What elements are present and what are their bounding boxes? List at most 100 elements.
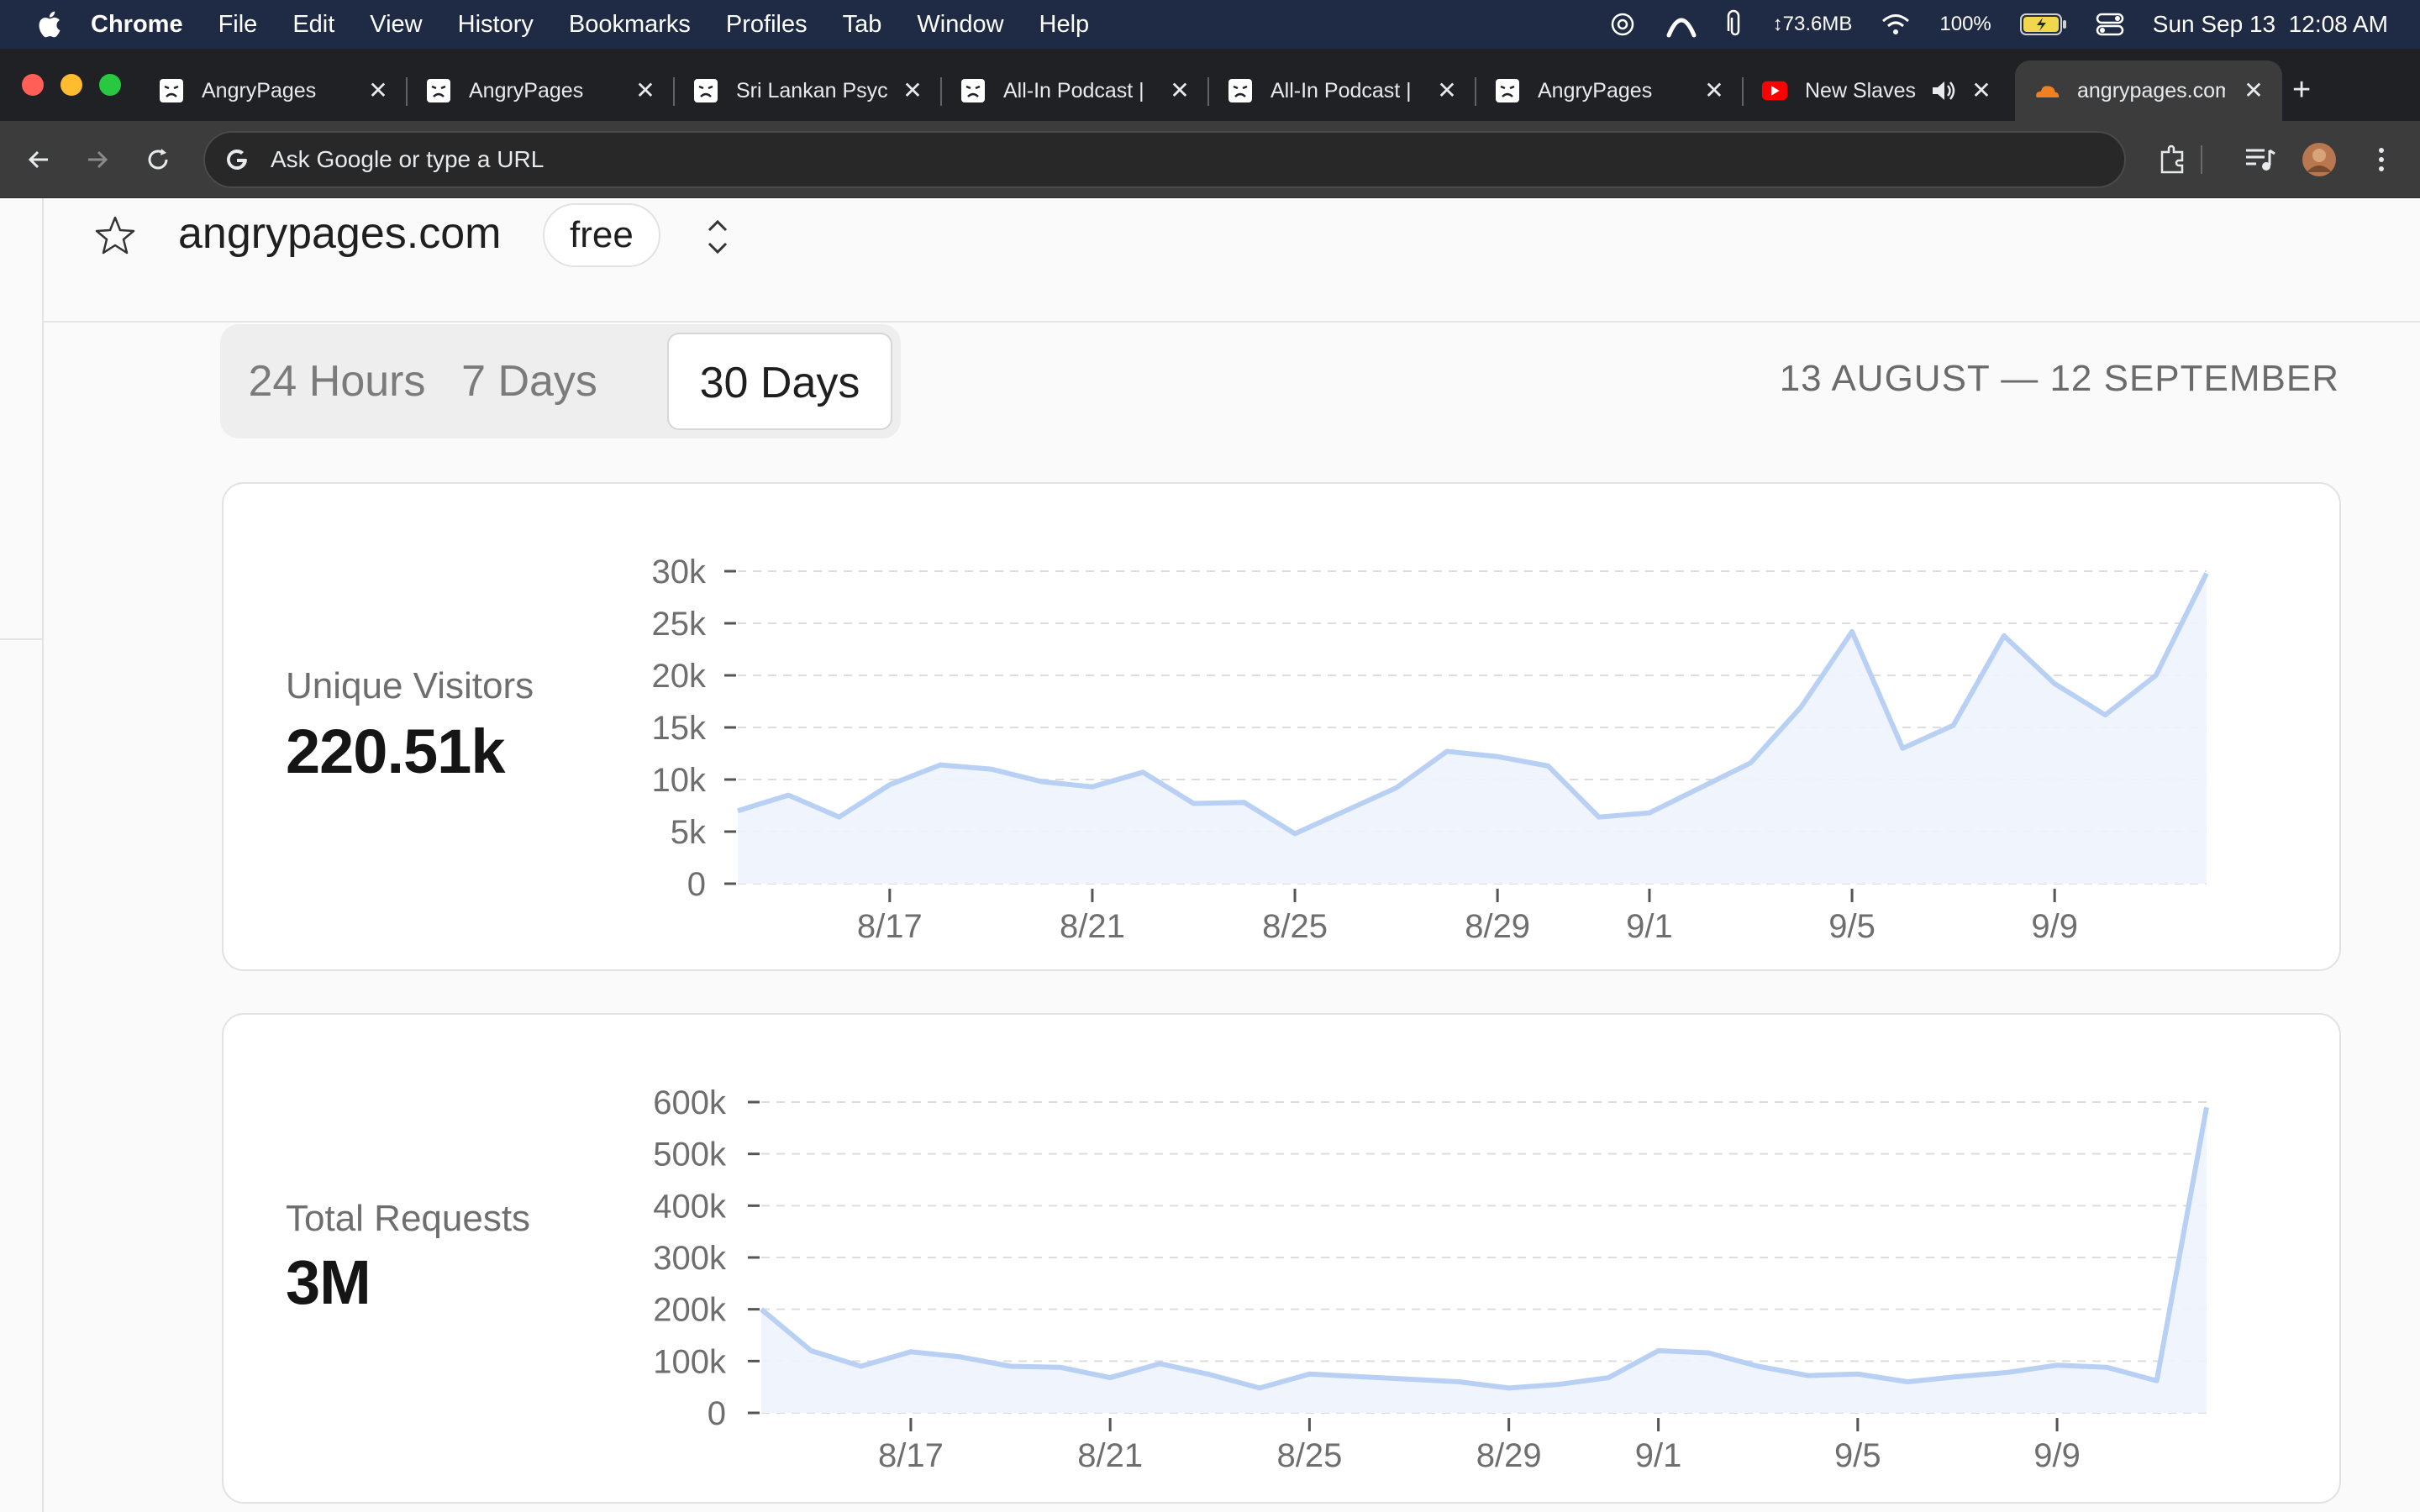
rail-divider [0,638,44,640]
y-tick-label: 20k [652,658,707,695]
menu-bookmarks[interactable]: Bookmarks [569,11,691,39]
x-tick-label: 9/1 [1635,1437,1682,1474]
browser-tab[interactable]: AngryPages ✕ [139,60,408,121]
close-tab-icon[interactable]: ✕ [1166,77,1193,104]
x-tick-label: 8/21 [1060,908,1125,945]
chrome-menu-icon[interactable] [2363,141,2400,178]
y-tick-label: 100k [653,1343,727,1380]
battery-icon[interactable] [2019,13,2067,35]
y-tick-label: 10k [652,762,707,799]
total-requests-card: Total Requests 3M 0 100k 200k 300k 400k 500k 6… [222,1013,2341,1504]
address-bar-placeholder[interactable]: Ask Google or type a URL [271,146,544,173]
close-tab-icon[interactable]: ✕ [899,77,926,104]
angrypages-favicon-icon [1494,77,1521,104]
unique-visitors-chart: 0 5k 10k 15k 20k 25k 30k 8/17 8/21 8/25 8/29 9/1 9/5… [652,554,2209,945]
google-g-icon [222,144,252,175]
x-tick-label: 9/5 [1828,908,1876,945]
profile-avatar[interactable] [2301,141,2338,178]
address-bar[interactable]: Ask Google or type a URL [203,131,2126,188]
menu-profiles[interactable]: Profiles [726,11,808,39]
menu-help[interactable]: Help [1039,11,1090,39]
back-button[interactable] [20,141,57,178]
range-7-days-button[interactable]: 7 Days [445,333,613,430]
openai-icon[interactable] [1608,10,1637,39]
y-tick-label: 600k [653,1084,727,1121]
paperclip-icon[interactable] [1726,9,1744,39]
close-tab-icon[interactable]: ✕ [1434,77,1460,104]
angrypages-favicon-icon [692,77,719,104]
site-header: angrypages.com free [44,198,2420,323]
x-tick-label: 8/29 [1476,1437,1542,1474]
y-tick-label: 0 [687,866,706,903]
date-range-label: 13 AUGUST — 12 SEPTEMBER [1779,358,2339,399]
extensions-icon[interactable] [2154,141,2191,178]
apple-logo-icon[interactable] [32,10,66,39]
x-tick-label: 8/17 [878,1437,944,1474]
control-center-icon[interactable] [2096,12,2124,37]
browser-tab[interactable]: AngryPages ✕ [407,60,675,121]
close-tab-icon[interactable]: ✕ [2240,77,2267,104]
media-controls-icon[interactable] [2242,141,2279,178]
x-tick-label: 9/1 [1626,908,1673,945]
angrypages-favicon-icon [425,77,452,104]
menu-view[interactable]: View [370,11,422,39]
close-tab-icon[interactable]: ✕ [365,77,392,104]
clock[interactable]: Sun Sep 13 12:08 AM [2153,11,2388,38]
y-tick-label: 25k [652,606,707,643]
x-tick-label: 8/17 [857,908,923,945]
tab-title: Sri Lankan Psyc [736,78,887,102]
reload-button[interactable] [139,141,176,178]
tab-title: All-In Podcast | [1270,78,1412,102]
browser-tab-active[interactable]: angrypages.com ✕ [2015,60,2282,121]
close-tab-icon[interactable]: ✕ [1701,77,1728,104]
close-tab-icon[interactable]: ✕ [1968,77,1995,104]
close-tab-icon[interactable]: ✕ [632,77,659,104]
youtube-favicon-icon [1761,77,1788,104]
wifi-icon[interactable] [1881,13,1911,36]
forward-button[interactable] [79,141,116,178]
x-tick-label: 8/29 [1465,908,1530,945]
unique-visitors-card: Unique Visitors 220.51k 0 5k 10k 15k 20k 25k 3… [222,482,2341,971]
minimize-window-button[interactable] [60,74,82,96]
y-tick-label: 5k [671,814,707,851]
close-window-button[interactable] [22,74,44,96]
y-tick-label: 200k [653,1292,727,1329]
time-range-selector: 24 Hours 7 Days 30 Days [220,324,901,438]
series-area [738,573,2207,884]
series-line [760,1106,2209,1391]
macos-menu-bar: Chrome File Edit View History Bookmarks … [0,0,2420,49]
star-icon[interactable] [92,213,138,259]
tab-strip: AngryPages ✕ AngryPages ✕ Sri Lankan Psy… [0,49,2420,121]
memory-readout[interactable]: ↕73.6MB [1773,13,1853,36]
browser-tab[interactable]: All-In Podcast | ✕ [1208,60,1476,121]
menu-tab[interactable]: Tab [843,11,882,39]
tab-title: AngryPages [202,78,317,102]
menu-file[interactable]: File [218,11,258,39]
y-tick-label: 500k [653,1137,727,1173]
menu-history[interactable]: History [458,11,534,39]
y-tick-label: 15k [652,710,707,747]
browser-tab[interactable]: AngryPages ✕ [1476,60,1744,121]
range-30-days-button[interactable]: 30 Days [667,333,892,430]
y-tick-label: 0 [708,1395,726,1432]
speaker-icon[interactable] [1928,76,1958,106]
page-content: angrypages.com free 24 Hours 7 Days 30 D… [0,198,2420,1512]
total-requests-chart: 0 100k 200k 300k 400k 500k 600k 8/17 8/21 8/25 8/2… [653,1084,2209,1474]
battery-percent[interactable]: 100% [1939,13,1991,36]
browser-tab[interactable]: Sri Lankan Psyc ✕ [674,60,942,121]
site-switcher-chevrons-icon[interactable] [701,213,734,260]
arc-icon[interactable] [1665,10,1697,39]
browser-tab[interactable]: All-In Podcast | ✕ [941,60,1209,121]
browser-tab[interactable]: New Slaves ✕ [1743,60,2010,121]
menu-app-chrome[interactable]: Chrome [91,11,183,39]
menu-edit[interactable]: Edit [292,11,334,39]
plan-badge: free [543,203,660,267]
tab-title: All-In Podcast | [1003,78,1144,102]
menu-window[interactable]: Window [917,11,1003,39]
zoom-window-button[interactable] [99,74,121,96]
x-tick-label: 8/21 [1077,1437,1143,1474]
angrypages-favicon-icon [1227,77,1254,104]
range-24-hours-button[interactable]: 24 Hours [229,333,445,430]
tab-title: AngryPages [469,78,584,102]
new-tab-button[interactable]: + [2292,74,2311,106]
